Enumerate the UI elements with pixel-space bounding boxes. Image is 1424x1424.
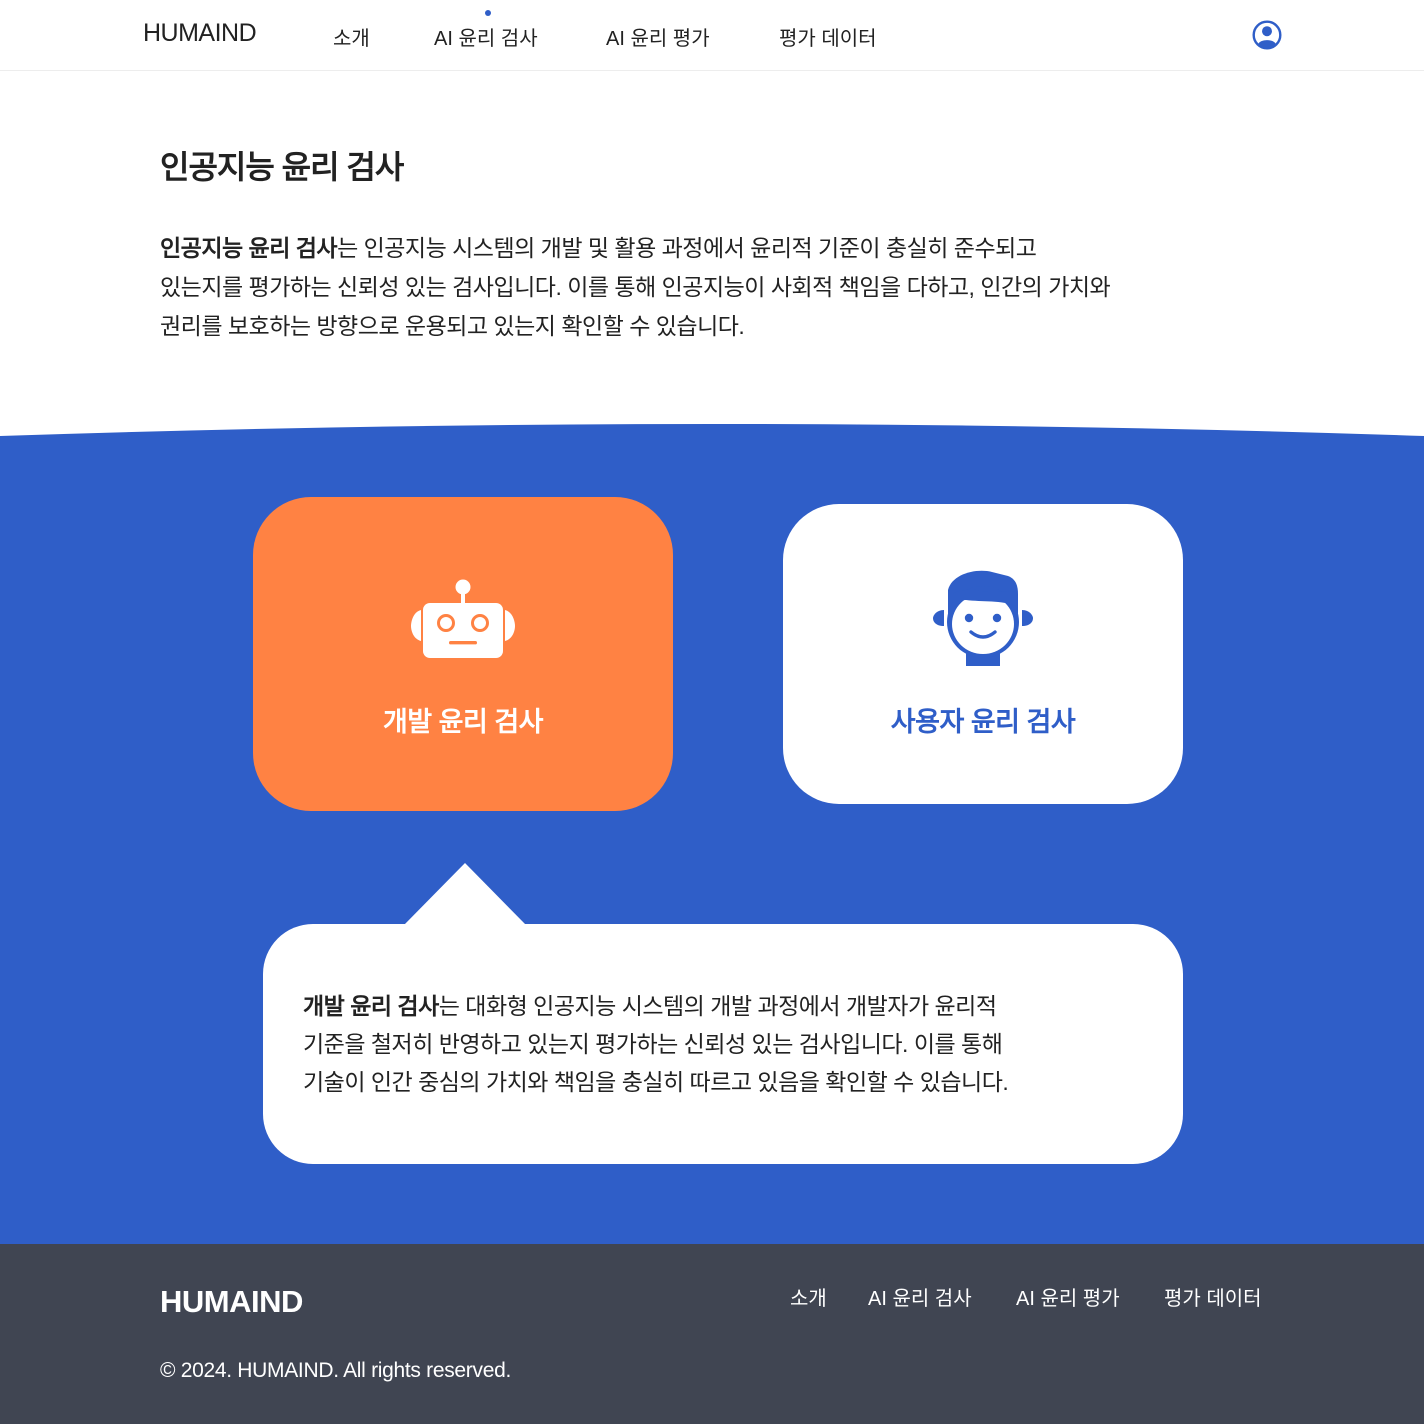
description-bold: 개발 윤리 검사 (303, 993, 439, 1019)
intro-line-3: 권리를 보호하는 방향으로 운용되고 있는지 확인할 수 있습니다. (160, 313, 745, 339)
site-logo[interactable]: HUMAIND (143, 19, 257, 48)
developer-ethics-test-card[interactable]: 개발 윤리 검사 (253, 497, 673, 811)
active-nav-indicator (485, 10, 491, 16)
site-footer: HUMAIND 소개 AI 윤리 검사 AI 윤리 평가 평가 데이터 © 20… (0, 1244, 1424, 1424)
intro-line-1: 인공지능 윤리 검사는 인공지능 시스템의 개발 및 활용 과정에서 윤리적 기… (160, 229, 1240, 268)
page-title: 인공지능 윤리 검사 (160, 149, 404, 185)
footer-nav-ai-ethics-test[interactable]: AI 윤리 검사 (868, 1282, 972, 1311)
nav-item-evaluation-data[interactable]: 평가 데이터 (779, 22, 877, 51)
nav-item-ai-ethics-evaluation[interactable]: AI 윤리 평가 (606, 22, 710, 51)
footer-nav-ai-ethics-evaluation[interactable]: AI 윤리 평가 (1016, 1282, 1120, 1311)
robot-icon (411, 579, 515, 658)
test-description-bubble: 개발 윤리 검사는 대화형 인공지능 시스템의 개발 과정에서 개발자가 윤리적… (263, 924, 1183, 1164)
person-icon (933, 570, 1033, 666)
speech-bubble-pointer (404, 863, 526, 925)
copyright-text: © 2024. HUMAIND. All rights reserved. (160, 1359, 511, 1382)
user-ethics-test-card[interactable]: 사용자 윤리 검사 (783, 504, 1183, 804)
nav-item-ai-ethics-test[interactable]: AI 윤리 검사 (434, 22, 538, 51)
test-description-text: 개발 윤리 검사는 대화형 인공지능 시스템의 개발 과정에서 개발자가 윤리적… (303, 987, 1123, 1101)
intro-paragraph: 인공지능 윤리 검사는 인공지능 시스템의 개발 및 활용 과정에서 윤리적 기… (160, 229, 1240, 346)
intro-lead-rest: 는 인공지능 시스템의 개발 및 활용 과정에서 윤리적 기준이 충실히 준수되… (337, 235, 1037, 261)
footer-logo[interactable]: HUMAIND (160, 1284, 303, 1320)
description-line-1: 개발 윤리 검사는 대화형 인공지능 시스템의 개발 과정에서 개발자가 윤리적 (303, 987, 1123, 1025)
intro-line-2: 있는지를 평가하는 신뢰성 있는 검사입니다. 이를 통해 인공지능이 사회적 … (160, 274, 1111, 300)
nav-item-intro[interactable]: 소개 (333, 22, 370, 51)
user-circle-icon (1252, 20, 1282, 50)
site-header: HUMAIND 소개 AI 윤리 검사 AI 윤리 평가 평가 데이터 (0, 0, 1424, 71)
description-line-2: 기준을 철저히 반영하고 있는지 평가하는 신뢰성 있는 검사입니다. 이를 통… (303, 1031, 1003, 1057)
user-ethics-test-label: 사용자 윤리 검사 (890, 707, 1076, 737)
description-rest: 는 대화형 인공지능 시스템의 개발 과정에서 개발자가 윤리적 (438, 993, 997, 1019)
footer-nav-intro[interactable]: 소개 (790, 1282, 827, 1311)
intro-lead-bold: 인공지능 윤리 검사 (160, 235, 338, 261)
description-line-3: 기술이 인간 중심의 가치와 책임을 충실히 따르고 있음을 확인할 수 있습니… (303, 1069, 1009, 1095)
developer-ethics-test-label: 개발 윤리 검사 (382, 707, 544, 737)
footer-nav-evaluation-data[interactable]: 평가 데이터 (1164, 1282, 1262, 1311)
user-account-button[interactable] (1252, 20, 1282, 50)
